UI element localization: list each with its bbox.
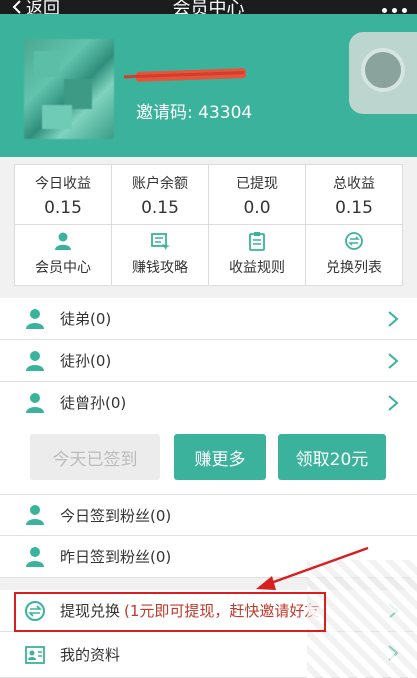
- annotation-arrow-icon: [256, 546, 369, 590]
- member-center-page: 返回 会员中心 邀请码: 43304 今日收益 0.15 账户余额 0.15 已…: [0, 0, 417, 678]
